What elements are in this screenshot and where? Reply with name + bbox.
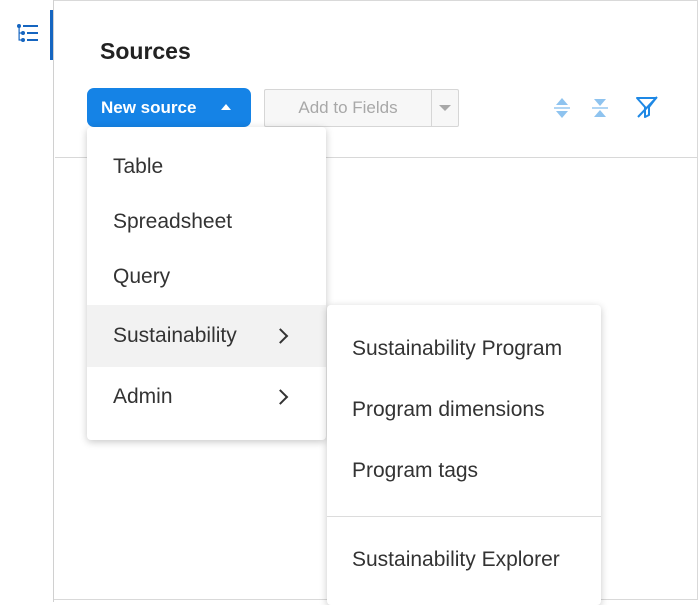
chevron-right-icon xyxy=(272,328,289,344)
sustainability-submenu: Sustainability Program Program dimension… xyxy=(327,305,601,605)
add-to-fields-dropdown[interactable] xyxy=(432,90,458,126)
submenu-item-sustainability-explorer[interactable]: Sustainability Explorer xyxy=(327,532,601,588)
menu-item-spreadsheet[interactable]: Spreadsheet xyxy=(87,194,326,250)
submenu-item-label: Sustainability Program xyxy=(352,337,563,360)
menu-item-label: Table xyxy=(113,155,164,178)
new-source-label: New source xyxy=(101,97,197,117)
new-source-menu: Table Spreadsheet Query Sustainability A… xyxy=(87,127,326,440)
submenu-item-label: Program dimensions xyxy=(352,398,545,421)
menu-item-label: Spreadsheet xyxy=(113,210,233,233)
submenu-item-label: Sustainability Explorer xyxy=(352,548,560,571)
collapse-all-icon[interactable] xyxy=(588,96,612,120)
menu-item-admin[interactable]: Admin xyxy=(87,369,326,425)
menu-item-table[interactable]: Table xyxy=(87,139,326,195)
caret-down-icon xyxy=(439,105,451,111)
outline-list-icon[interactable] xyxy=(16,22,40,46)
menu-item-label: Admin xyxy=(113,385,173,408)
new-source-button[interactable]: New source xyxy=(87,88,251,127)
submenu-item-label: Program tags xyxy=(352,459,479,482)
submenu-item-sustainability-program[interactable]: Sustainability Program xyxy=(327,321,601,377)
add-to-fields-button[interactable]: Add to Fields xyxy=(265,90,432,126)
menu-item-label: Sustainability xyxy=(113,324,237,347)
submenu-item-program-dimensions[interactable]: Program dimensions xyxy=(327,382,601,438)
expand-all-icon[interactable] xyxy=(550,96,574,120)
menu-item-label: Query xyxy=(113,265,171,288)
caret-up-icon xyxy=(221,104,231,110)
submenu-item-program-tags[interactable]: Program tags xyxy=(327,443,601,499)
chevron-right-icon xyxy=(272,389,289,405)
filter-off-icon[interactable] xyxy=(634,94,658,118)
page-title: Sources xyxy=(100,38,191,64)
submenu-divider xyxy=(327,516,601,517)
add-to-fields-split-button[interactable]: Add to Fields xyxy=(264,89,459,127)
left-rail xyxy=(0,0,54,602)
menu-item-sustainability[interactable]: Sustainability xyxy=(87,305,326,367)
menu-item-query[interactable]: Query xyxy=(87,249,326,305)
active-indicator xyxy=(50,10,53,60)
